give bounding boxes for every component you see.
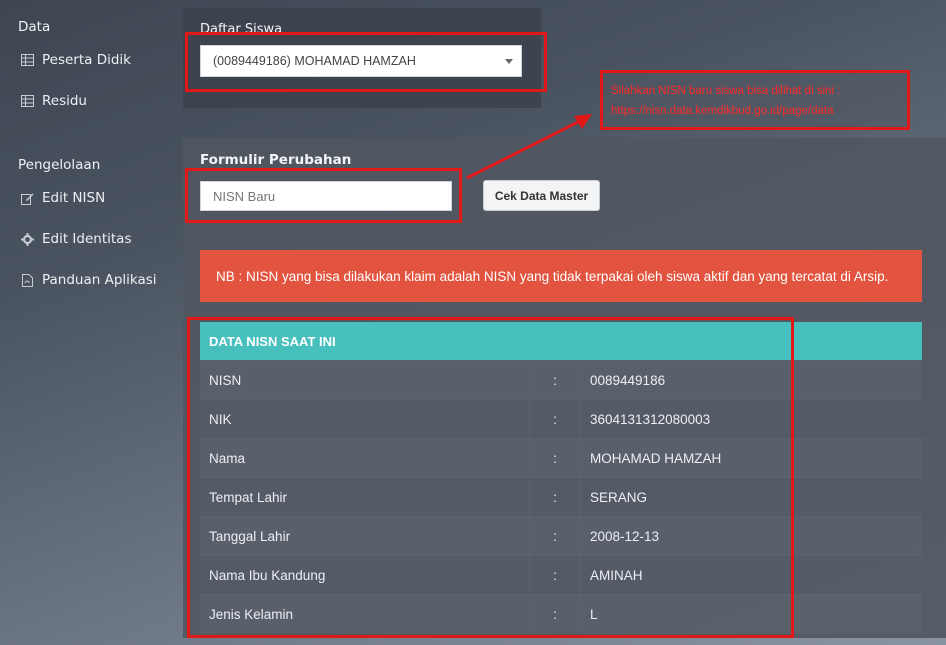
check-master-data-button[interactable]: Cek Data Master (483, 180, 600, 211)
sidebar-item-panduan-aplikasi[interactable]: Panduan Aplikasi (20, 272, 157, 288)
sidebar-item-label: Edit NISN (42, 190, 106, 206)
table-row: NIK : 3604131312080003 (200, 399, 922, 438)
student-select-label: Daftar Siswa (200, 22, 283, 37)
row-value: SERANG (590, 489, 648, 505)
sidebar-item-edit-identitas[interactable]: Edit Identitas (20, 231, 132, 247)
table-row: Nama : MOHAMAD HAMZAH (200, 438, 922, 477)
row-separator: : (530, 517, 581, 555)
table-row: Tanggal Lahir : 2008-12-13 (200, 516, 922, 555)
sidebar-item-peserta-didik[interactable]: Peserta Didik (20, 52, 131, 68)
current-nisn-table: DATA NISN SAAT INI NISN : 0089449186 NIK… (200, 322, 922, 633)
row-value: 2008-12-13 (590, 528, 660, 544)
row-field: NISN (200, 361, 530, 399)
row-field: Tanggal Lahir (200, 517, 530, 555)
sidebar-item-label: Edit Identitas (42, 231, 132, 247)
row-value: L (590, 606, 598, 622)
row-value: 0089449186 (590, 372, 666, 388)
sidebar-section-pengelolaan: Pengelolaan (18, 157, 101, 173)
table-row: NISN : 0089449186 (200, 360, 922, 399)
row-separator: : (530, 556, 581, 594)
table-row: Jenis Kelamin : L (200, 594, 922, 633)
row-separator: : (530, 361, 581, 399)
new-nisn-input[interactable] (200, 181, 452, 211)
sidebar: Data Peserta Didik Residu Pengelolaan Ed… (0, 0, 183, 645)
annotation-line-1: Silahkan NISN baru siswa bisa dilihat di… (611, 85, 841, 97)
annotation-note: Silahkan NISN baru siswa bisa dilihat di… (600, 70, 910, 130)
sidebar-item-residu[interactable]: Residu (20, 93, 87, 109)
row-separator: : (530, 595, 581, 633)
table-row: Tempat Lahir : SERANG (200, 477, 922, 516)
pdf-file-icon (20, 273, 34, 287)
row-field: Nama Ibu Kandung (200, 556, 530, 594)
table-icon (20, 94, 34, 108)
warning-alert: NB : NISN yang bisa dilakukan klaim adal… (200, 250, 922, 302)
table-icon (20, 53, 34, 67)
table-header: DATA NISN SAAT INI (200, 322, 922, 360)
row-separator: : (530, 439, 581, 477)
row-value: 3604131312080003 (590, 411, 711, 427)
student-select-value: (0089449186) MOHAMAD HAMZAH (213, 54, 416, 68)
form-title: Formulir Perubahan (200, 152, 352, 168)
row-separator: : (530, 400, 581, 438)
sidebar-section-data: Data (18, 19, 51, 35)
annotation-line-2: https://nisn.data.kemdikbud.go.id/page/d… (611, 105, 834, 117)
row-field: Nama (200, 439, 530, 477)
row-separator: : (530, 478, 581, 516)
row-field: Jenis Kelamin (200, 595, 530, 633)
sidebar-item-label: Peserta Didik (42, 52, 131, 68)
edit-icon (20, 191, 34, 205)
table-row: Nama Ibu Kandung : AMINAH (200, 555, 922, 594)
sidebar-item-label: Panduan Aplikasi (42, 272, 157, 288)
sidebar-item-label: Residu (42, 93, 87, 109)
sidebar-item-edit-nisn[interactable]: Edit NISN (20, 190, 105, 206)
gear-icon (20, 232, 34, 246)
student-select[interactable]: (0089449186) MOHAMAD HAMZAH (200, 45, 522, 77)
row-value: MOHAMAD HAMZAH (590, 450, 722, 466)
row-value: AMINAH (590, 567, 643, 583)
row-field: NIK (200, 400, 530, 438)
row-field: Tempat Lahir (200, 478, 530, 516)
chevron-down-icon (505, 59, 513, 64)
